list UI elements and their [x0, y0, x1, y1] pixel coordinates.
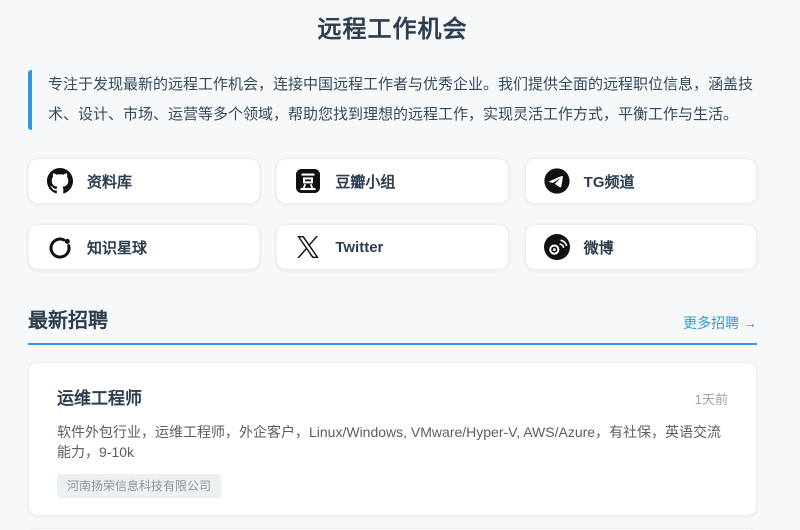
intro-text: 专注于发现最新的远程工作机会，连接中国远程工作者与优秀企业。我们提供全面的远程职…	[28, 70, 757, 130]
job-date: 1天前	[694, 392, 728, 407]
telegram-icon	[544, 168, 570, 194]
link-card-twitter[interactable]: Twitter	[276, 224, 509, 270]
job-description: 软件外包行业，运维工程师，外企客户，Linux/Windows, VMware/…	[57, 424, 722, 460]
section-title-latest-jobs: 最新招聘	[28, 310, 108, 332]
zsxq-icon	[47, 234, 73, 260]
links-grid: 资料库 豆瓣小组 TG频道 知识星球 Twitter 微博	[28, 158, 757, 270]
job-title: 运维工程师	[57, 389, 142, 408]
link-card-douban[interactable]: 豆瓣小组	[276, 158, 509, 204]
link-label: 微博	[583, 239, 614, 257]
weibo-icon	[543, 234, 570, 260]
more-jobs-link[interactable]: 更多招聘 →	[683, 312, 757, 334]
link-label: 豆瓣小组	[335, 173, 396, 191]
douban-icon	[295, 168, 321, 194]
link-label: TG频道	[583, 173, 635, 191]
link-label: 知识星球	[87, 239, 148, 257]
github-icon	[47, 168, 73, 194]
page-container: 远程工作机会 专注于发现最新的远程工作机会，连接中国远程工作者与优秀企业。我们提…	[28, 9, 757, 530]
job-card[interactable]: 运维工程师 1天前 软件外包行业，运维工程师，外企客户，Linux/Window…	[28, 362, 757, 516]
link-label: 资料库	[87, 173, 133, 191]
job-card-header: 运维工程师 1天前	[57, 388, 728, 409]
link-card-telegram[interactable]: TG频道	[524, 158, 757, 204]
link-card-weibo[interactable]: 微博	[524, 224, 757, 270]
link-card-zsxq[interactable]: 知识星球	[28, 224, 261, 270]
link-card-github[interactable]: 资料库	[28, 158, 261, 204]
company-tag: 河南扬荣信息科技有限公司	[57, 474, 222, 498]
page-title: 远程工作机会	[317, 16, 468, 43]
latest-jobs-header: 最新招聘 更多招聘 →	[28, 308, 757, 345]
link-label: Twitter	[335, 238, 384, 256]
x-icon	[295, 234, 321, 260]
